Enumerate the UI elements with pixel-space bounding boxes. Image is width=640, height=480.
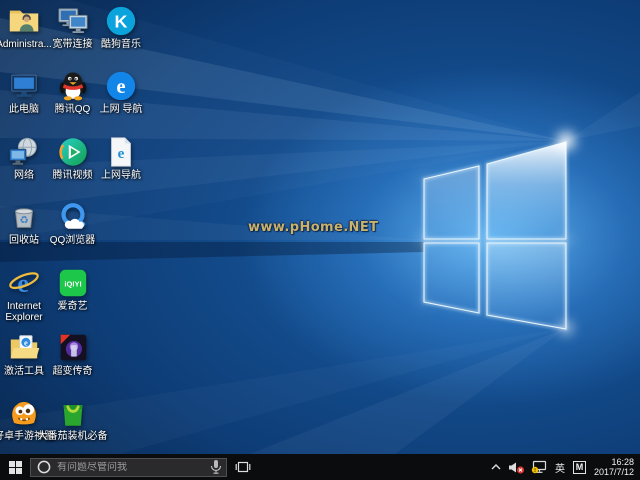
legend-game-icon [56, 331, 90, 365]
web-nav-icon: e [104, 69, 138, 103]
clock-time: 16:28 [611, 457, 634, 467]
desktop-icon-label: 上网导航 [101, 169, 141, 181]
search-input[interactable] [51, 461, 210, 473]
activation-tool-icon: e [7, 331, 41, 365]
network-button[interactable] [528, 454, 551, 480]
svg-text:e: e [118, 146, 125, 162]
internet-explorer-icon: e [7, 266, 41, 300]
desktop-icon-web-nav[interactable]: e 上网 导航 [86, 69, 156, 115]
desktop-icon-label: 上网 导航 [99, 104, 143, 116]
taskbar: 英 M 16:28 2017/7/12 [0, 454, 640, 480]
start-button[interactable] [0, 454, 30, 480]
desktop-icon-label: 爱奇艺 [57, 300, 88, 312]
this-pc-icon [7, 69, 41, 103]
svg-text:♻: ♻ [19, 216, 28, 227]
desktop-icon-label: 大番茄装机必备 [37, 431, 108, 443]
desktop-icon-web-nav-doc[interactable]: e 上网导航 [86, 135, 156, 181]
qq-browser-icon [56, 200, 90, 234]
web-nav-doc-icon: e [104, 135, 138, 169]
svg-text:e: e [24, 337, 28, 347]
svg-text:e: e [17, 268, 29, 298]
desktop: www.pHome.NET Administra... 宽带连接 K 酷狗音乐 此电脑腾… [0, 0, 640, 454]
cortana-icon [37, 460, 51, 474]
network-icon [7, 135, 41, 169]
svg-text:e: e [116, 75, 125, 98]
tencent-qq-icon [56, 69, 90, 103]
mobile-game-helper-icon [7, 396, 41, 430]
user-folder-icon [7, 4, 41, 38]
clock-date: 2017/7/12 [593, 467, 634, 477]
system-tray: 英 M 16:28 2017/7/12 [487, 454, 640, 480]
desktop-icon-legend-game[interactable]: 超变传奇 [38, 331, 108, 377]
task-view-icon [235, 461, 251, 473]
desktop-icon-big-tomato[interactable]: 大番茄装机必备 [38, 396, 108, 442]
ime-mode-badge[interactable]: M [572, 460, 586, 474]
desktop-icon-qq-browser[interactable]: QQ浏览器 [38, 200, 108, 246]
iqiyi-icon: iQIYI [56, 266, 90, 300]
desktop-icon-label: 酷狗音乐 [101, 39, 141, 50]
svg-text:iQIYI: iQIYI [64, 279, 81, 288]
network-warning-icon [531, 460, 547, 474]
tencent-video-icon [56, 135, 90, 169]
task-view-button[interactable] [227, 454, 259, 480]
watermark-text: www.pHome.NET [248, 220, 379, 235]
ime-language-indicator[interactable]: 英 [551, 460, 569, 475]
desktop-icon-label: QQ浏览器 [49, 235, 96, 247]
broadband-icon [56, 4, 90, 38]
svg-text:K: K [115, 12, 128, 32]
microphone-icon[interactable] [210, 459, 222, 475]
kugou-music-icon: K [104, 4, 138, 38]
desktop-icon-iqiyi[interactable]: iQIYI 爱奇艺 [38, 266, 108, 312]
chevron-up-icon [491, 464, 501, 470]
tray-expand-button[interactable] [487, 454, 505, 480]
windows-logo-icon [8, 460, 22, 474]
recycle-bin-icon: ♻ [7, 200, 41, 234]
big-tomato-icon [56, 396, 90, 430]
desktop-icon-kugou-music[interactable]: K 酷狗音乐 [86, 4, 156, 50]
speaker-muted-icon [508, 462, 525, 474]
desktop-icon-label: 超变传奇 [52, 366, 93, 377]
clock[interactable]: 16:28 2017/7/12 [590, 457, 640, 477]
taskbar-search[interactable] [30, 457, 227, 477]
volume-button[interactable] [505, 454, 528, 480]
